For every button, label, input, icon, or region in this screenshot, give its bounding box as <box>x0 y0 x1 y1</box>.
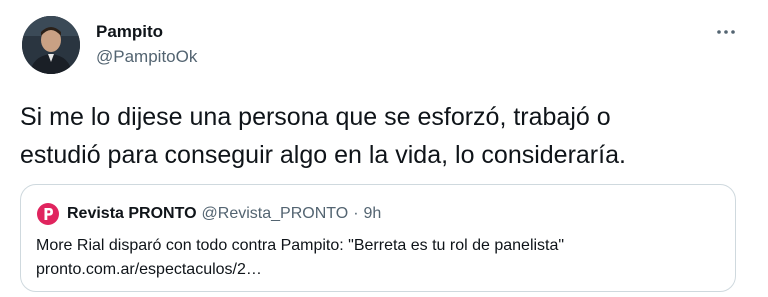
quoted-tweet-text: More Rial disparó con todo contra Pampit… <box>36 237 565 254</box>
quoted-author-name[interactable]: Revista PRONTO <box>67 205 197 223</box>
tweet-text: Si me lo dijese una persona que se esfor… <box>20 103 626 169</box>
quoted-tweet-card[interactable]: Revista PRONTO @Revista_PRONTO · 9h More… <box>20 184 736 292</box>
quoted-author-handle[interactable]: @Revista_PRONTO <box>202 205 349 223</box>
quoted-tweet-link[interactable]: pronto.com.ar/espectaculos/2… <box>36 258 726 282</box>
author-handle[interactable]: @PampitoOk <box>96 47 197 67</box>
quoted-tweet-header: Revista PRONTO @Revista_PRONTO · 9h <box>36 202 381 226</box>
quoted-tweet-body: More Rial disparó con todo contra Pampit… <box>36 234 726 282</box>
more-button[interactable] <box>714 20 738 44</box>
quoted-timestamp[interactable]: 9h <box>364 205 382 223</box>
author-name[interactable]: Pampito <box>96 22 163 42</box>
avatar-image <box>22 16 80 74</box>
tweet: Pampito @PampitoOk Si me lo dijese una p… <box>0 0 768 297</box>
pronto-logo-icon <box>36 202 60 226</box>
more-horizontal-icon <box>717 30 735 34</box>
quoted-separator: · <box>353 205 359 222</box>
avatar[interactable] <box>22 16 80 74</box>
